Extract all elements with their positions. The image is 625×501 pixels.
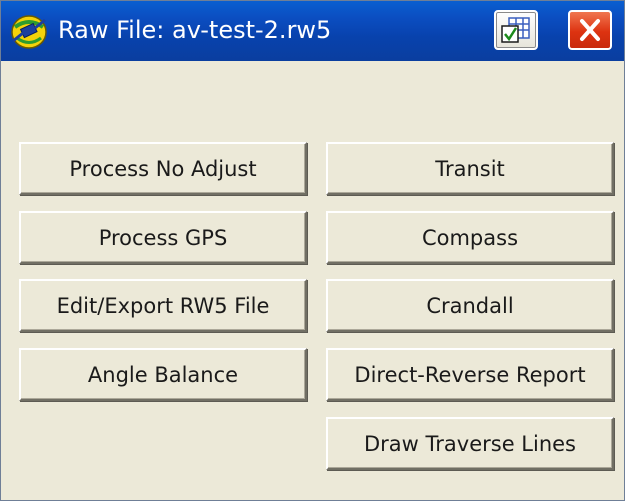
window-title: Raw File: av-test-2.rw5 bbox=[58, 16, 332, 44]
angle-balance-button[interactable]: Angle Balance bbox=[19, 348, 307, 401]
direct-reverse-report-button[interactable]: Direct-Reverse Report bbox=[326, 348, 614, 401]
compass-button[interactable]: Compass bbox=[326, 211, 614, 264]
raw-file-window: Raw File: av-test-2.rw5 Process No Adjus… bbox=[0, 0, 625, 501]
edit-export-rw5-button[interactable]: Edit/Export RW5 File bbox=[19, 279, 307, 332]
draw-traverse-lines-button[interactable]: Draw Traverse Lines bbox=[326, 417, 614, 470]
close-button[interactable] bbox=[568, 10, 612, 50]
satellite-app-icon bbox=[9, 11, 49, 51]
title-bar: Raw File: av-test-2.rw5 bbox=[1, 1, 624, 61]
grid-settings-button[interactable] bbox=[494, 10, 538, 50]
process-no-adjust-button[interactable]: Process No Adjust bbox=[19, 142, 307, 195]
crandall-button[interactable]: Crandall bbox=[326, 279, 614, 332]
close-icon bbox=[580, 19, 600, 41]
process-gps-button[interactable]: Process GPS bbox=[19, 211, 307, 264]
transit-button[interactable]: Transit bbox=[326, 142, 614, 195]
grid-settings-icon bbox=[501, 17, 530, 43]
